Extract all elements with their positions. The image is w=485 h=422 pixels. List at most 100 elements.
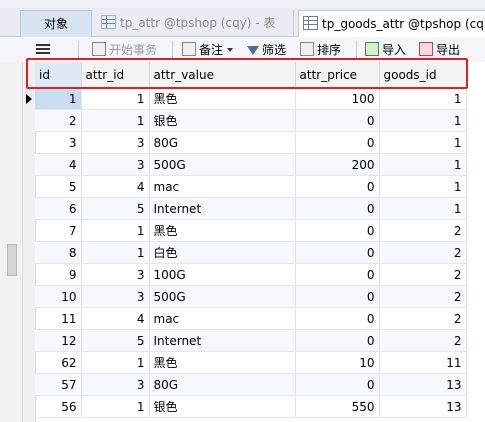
table-cell-attr-price[interactable]: 0 [295, 307, 380, 330]
table-cell-attr-value[interactable]: 白色 [149, 241, 296, 264]
memo-button[interactable]: 备注 [182, 42, 234, 58]
import-button[interactable]: 导入 [365, 42, 406, 58]
filter-button[interactable]: 筛选 [247, 42, 286, 58]
tab-objects[interactable]: 对象 [20, 10, 92, 37]
table-cell-id[interactable]: 8 [35, 241, 82, 264]
table-cell-attr-id[interactable]: 3 [81, 263, 150, 286]
table-cell-id[interactable]: 1 [35, 87, 82, 110]
table-cell-attr-price[interactable]: 0 [295, 373, 380, 396]
table-cell-attr-value[interactable]: 银色 [149, 395, 296, 418]
menu-icon[interactable] [36, 42, 50, 58]
table-row[interactable]: 4 3 500G 200 1 [35, 153, 467, 176]
table-row[interactable]: 2 1 银色 0 1 [35, 109, 467, 132]
table-cell-id[interactable]: 10 [35, 285, 82, 308]
table-cell-attr-id[interactable]: 5 [81, 197, 150, 220]
table-row[interactable]: 6 5 Internet 0 1 [35, 197, 467, 220]
table-cell-attr-id[interactable]: 1 [81, 87, 150, 110]
table-row[interactable]: 9 3 100G 0 2 [35, 263, 467, 286]
table-cell-id[interactable]: 12 [35, 329, 82, 352]
table-cell-goods-id[interactable]: 2 [379, 285, 467, 308]
table-cell-goods-id[interactable]: 2 [379, 241, 467, 264]
table-cell-goods-id[interactable]: 2 [379, 219, 467, 242]
table-cell-attr-price[interactable]: 0 [295, 241, 380, 264]
table-row[interactable]: 11 4 mac 0 2 [35, 307, 467, 330]
table-cell-attr-id[interactable]: 1 [81, 109, 150, 132]
table-cell-id[interactable]: 6 [35, 197, 82, 220]
table-row[interactable]: 3 3 80G 0 1 [35, 131, 467, 154]
table-cell-attr-id[interactable]: 1 [81, 241, 150, 264]
table-cell-attr-id[interactable]: 4 [81, 307, 150, 330]
table-cell-attr-value[interactable]: 黑色 [149, 87, 296, 110]
table-cell-goods-id[interactable]: 1 [379, 197, 467, 220]
table-cell-goods-id[interactable]: 2 [379, 263, 467, 286]
table-cell-id[interactable]: 3 [35, 131, 82, 154]
table-cell-id[interactable]: 11 [35, 307, 82, 330]
table-cell-id[interactable]: 4 [35, 153, 82, 176]
table-cell-attr-id[interactable]: 3 [81, 373, 150, 396]
table-cell-goods-id[interactable]: 1 [379, 87, 467, 110]
table-cell-attr-price[interactable]: 550 [295, 395, 380, 418]
table-cell-goods-id[interactable]: 13 [379, 373, 467, 396]
column-header-id[interactable]: id [35, 62, 82, 88]
table-cell-attr-value[interactable]: 80G [149, 373, 296, 396]
table-cell-id[interactable]: 5 [35, 175, 82, 198]
table-cell-id[interactable]: 7 [35, 219, 82, 242]
table-row[interactable]: 1 1 黑色 100 1 [35, 87, 467, 110]
table-cell-attr-value[interactable]: 500G [149, 285, 296, 308]
table-cell-attr-id[interactable]: 3 [81, 131, 150, 154]
table-cell-attr-value[interactable]: 500G [149, 153, 296, 176]
table-cell-attr-id[interactable]: 3 [81, 285, 150, 308]
column-header-attr-id[interactable]: attr_id [81, 62, 150, 88]
table-cell-attr-id[interactable]: 4 [81, 175, 150, 198]
table-cell-goods-id[interactable]: 1 [379, 131, 467, 154]
data-grid[interactable]: id attr_id attr_value attr_price goods_i… [0, 62, 485, 422]
table-cell-attr-price[interactable]: 0 [295, 175, 380, 198]
table-cell-attr-price[interactable]: 0 [295, 285, 380, 308]
table-row[interactable]: 12 5 Internet 0 2 [35, 329, 467, 352]
table-cell-goods-id[interactable]: 1 [379, 175, 467, 198]
table-cell-goods-id[interactable]: 2 [379, 329, 467, 352]
table-cell-goods-id[interactable]: 1 [379, 153, 467, 176]
table-row[interactable]: 7 1 黑色 0 2 [35, 219, 467, 242]
table-cell-id[interactable]: 62 [35, 351, 82, 374]
table-cell-attr-value[interactable]: 黑色 [149, 351, 296, 374]
table-row[interactable]: 56 1 银色 550 13 [35, 395, 467, 418]
table-cell-goods-id[interactable]: 2 [379, 307, 467, 330]
table-cell-id[interactable]: 57 [35, 373, 82, 396]
splitter-handle[interactable] [7, 244, 17, 276]
table-cell-id[interactable]: 9 [35, 263, 82, 286]
table-cell-attr-price[interactable]: 0 [295, 197, 380, 220]
begin-transaction-button[interactable]: 开始事务 [92, 42, 157, 58]
table-cell-goods-id[interactable]: 13 [379, 395, 467, 418]
table-cell-goods-id[interactable]: 11 [379, 351, 467, 374]
table-cell-goods-id[interactable]: 1 [379, 109, 467, 132]
tab-tp-goods-attr[interactable]: tp_goods_attr @tpshop (cq... [298, 10, 485, 37]
column-header-goods-id[interactable]: goods_id [379, 62, 467, 88]
table-cell-attr-price[interactable]: 200 [295, 153, 380, 176]
table-row[interactable]: 8 1 白色 0 2 [35, 241, 467, 264]
table-cell-attr-price[interactable]: 0 [295, 219, 380, 242]
table-cell-attr-id[interactable]: 1 [81, 395, 150, 418]
export-button[interactable]: 导出 [419, 42, 460, 58]
table-cell-attr-value[interactable]: 80G [149, 131, 296, 154]
table-cell-id[interactable]: 56 [35, 395, 82, 418]
table-cell-attr-price[interactable]: 100 [295, 87, 380, 110]
table-cell-attr-id[interactable]: 1 [81, 351, 150, 374]
sort-button[interactable]: 排序 [300, 42, 341, 58]
table-cell-attr-price[interactable]: 10 [295, 351, 380, 374]
table-cell-attr-price[interactable]: 0 [295, 131, 380, 154]
table-cell-attr-price[interactable]: 0 [295, 109, 380, 132]
table-cell-attr-value[interactable]: 100G [149, 263, 296, 286]
table-row[interactable]: 10 3 500G 0 2 [35, 285, 467, 308]
table-cell-attr-value[interactable]: 银色 [149, 109, 296, 132]
table-cell-attr-value[interactable]: mac [149, 307, 296, 330]
column-header-attr-value[interactable]: attr_value [149, 62, 296, 88]
table-row[interactable]: 5 4 mac 0 1 [35, 175, 467, 198]
table-cell-attr-price[interactable]: 0 [295, 263, 380, 286]
table-cell-attr-value[interactable]: mac [149, 175, 296, 198]
tab-tp-attr[interactable]: tp_attr @tpshop (cqy) - 表 [97, 10, 294, 36]
table-cell-attr-id[interactable]: 1 [81, 219, 150, 242]
table-row[interactable]: 62 1 黑色 10 11 [35, 351, 467, 374]
table-cell-attr-price[interactable]: 0 [295, 329, 380, 352]
table-cell-attr-value[interactable]: Internet [149, 329, 296, 352]
